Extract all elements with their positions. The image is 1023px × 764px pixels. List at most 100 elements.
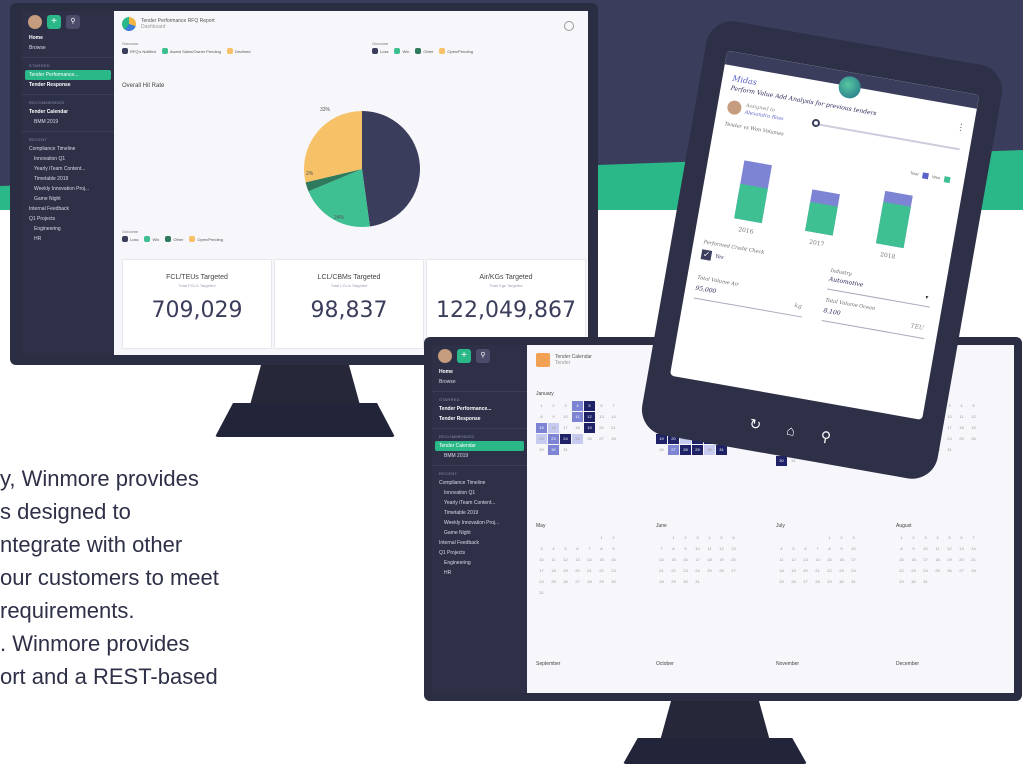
calendar-day[interactable]: 29 (692, 445, 703, 455)
calendar-day[interactable]: 12 (968, 412, 979, 422)
calendar-day[interactable]: 25 (956, 434, 967, 444)
calendar-day[interactable]: 9 (836, 544, 847, 554)
calendar-day[interactable]: 2 (908, 533, 919, 543)
calendar-day[interactable]: 21 (968, 555, 979, 565)
more-icon[interactable]: ⋮ (955, 122, 967, 134)
calendar-day[interactable]: 16 (548, 423, 559, 433)
credit-check-checkbox[interactable]: ✓ (700, 249, 713, 261)
sidebar-item-recent[interactable]: Compliance Timeline (22, 144, 114, 154)
sidebar-item-recent[interactable]: Innovation Q1 (22, 154, 114, 164)
calendar-day[interactable]: 18 (572, 423, 583, 433)
calendar-day[interactable]: 26 (656, 445, 667, 455)
calendar-day[interactable]: 25 (548, 577, 559, 587)
calendar-day[interactable]: 21 (608, 423, 619, 433)
calendar-day[interactable]: 2 (548, 401, 559, 411)
avatar[interactable] (438, 349, 452, 363)
avatar[interactable] (28, 15, 42, 29)
calendar-day[interactable]: 16 (908, 555, 919, 565)
calendar-day[interactable]: 3 (848, 533, 859, 543)
calendar-day[interactable]: 1 (668, 533, 679, 543)
calendar-day[interactable]: 29 (536, 445, 547, 455)
calendar-day[interactable]: 20 (800, 566, 811, 576)
calendar-day[interactable]: 20 (596, 423, 607, 433)
calendar-day[interactable]: 25 (572, 434, 583, 444)
calendar-day[interactable]: 19 (788, 566, 799, 576)
calendar-day[interactable]: 29 (824, 577, 835, 587)
calendar-day[interactable]: 6 (800, 544, 811, 554)
calendar-day[interactable]: 11 (704, 544, 715, 554)
calendar-day[interactable]: 17 (536, 566, 547, 576)
search-icon[interactable]: ⚲ (66, 15, 80, 29)
calendar-day[interactable]: 17 (848, 555, 859, 565)
calendar-day[interactable]: 14 (968, 544, 979, 554)
sidebar-item-tender-response[interactable]: Tender Response (432, 414, 527, 424)
calendar-day[interactable]: 21 (812, 566, 823, 576)
calendar-day[interactable]: 15 (596, 555, 607, 565)
calendar-day[interactable]: 20 (572, 566, 583, 576)
calendar-day[interactable]: 11 (776, 555, 787, 565)
calendar-day[interactable]: 12 (944, 544, 955, 554)
calendar-day[interactable]: 26 (560, 577, 571, 587)
sidebar-item-recent[interactable]: Q1 Projects (432, 548, 527, 558)
calendar-day[interactable]: 24 (560, 434, 571, 444)
calendar-day[interactable]: 10 (536, 555, 547, 565)
calendar-day[interactable]: 8 (824, 544, 835, 554)
calendar-day[interactable]: 8 (596, 544, 607, 554)
calendar-day[interactable]: 23 (608, 566, 619, 576)
calendar-day[interactable]: 11 (572, 412, 583, 422)
calendar-day[interactable]: 17 (944, 423, 955, 433)
sidebar-item-recent[interactable]: Timetable 2019 (432, 508, 527, 518)
sidebar-item-recent[interactable]: Yearly iTeam Content... (22, 164, 114, 174)
calendar-day[interactable]: 28 (584, 577, 595, 587)
calendar-day[interactable]: 30 (680, 577, 691, 587)
calendar-day[interactable]: 8 (668, 544, 679, 554)
calendar-day[interactable]: 1 (824, 533, 835, 543)
calendar-day[interactable]: 3 (920, 533, 931, 543)
settings-icon[interactable] (564, 21, 574, 31)
calendar-day[interactable]: 4 (776, 544, 787, 554)
calendar-day[interactable]: 22 (824, 566, 835, 576)
calendar-day[interactable]: 25 (704, 566, 715, 576)
calendar-day[interactable]: 31 (848, 577, 859, 587)
plus-icon[interactable]: + (47, 15, 61, 29)
calendar-day[interactable]: 7 (584, 544, 595, 554)
calendar-day[interactable]: 23 (908, 566, 919, 576)
calendar-day[interactable]: 10 (560, 412, 571, 422)
sidebar-item-browse[interactable]: Browse (22, 43, 114, 53)
calendar-day[interactable]: 30 (836, 577, 847, 587)
calendar-day[interactable]: 21 (584, 566, 595, 576)
calendar-day[interactable]: 17 (692, 555, 703, 565)
sidebar-item-recent[interactable]: Internal Feedback (22, 204, 114, 214)
refresh-icon[interactable]: ↻ (748, 415, 762, 434)
calendar-day[interactable]: 3 (560, 401, 571, 411)
calendar-day[interactable]: 10 (944, 412, 955, 422)
calendar-day[interactable]: 14 (584, 555, 595, 565)
search-icon[interactable]: ⚲ (476, 349, 490, 363)
calendar-day[interactable]: 24 (692, 566, 703, 576)
calendar-day[interactable]: 9 (608, 544, 619, 554)
sidebar-item-browse[interactable]: Browse (432, 377, 527, 387)
calendar-day[interactable]: 23 (680, 566, 691, 576)
sidebar-item-tender-calendar[interactable]: Tender Calendar (22, 107, 114, 117)
plus-icon[interactable]: + (457, 349, 471, 363)
sidebar-item-home[interactable]: Home (432, 367, 527, 377)
calendar-day[interactable]: 4 (548, 544, 559, 554)
calendar-day[interactable]: 16 (608, 555, 619, 565)
sidebar-item-recent[interactable]: Internal Feedback (432, 538, 527, 548)
calendar-day[interactable]: 8 (896, 544, 907, 554)
calendar-day[interactable]: 30 (908, 577, 919, 587)
calendar-day[interactable]: 11 (956, 412, 967, 422)
sidebar-item-recent[interactable]: Innovation Q1 (432, 488, 527, 498)
calendar-day[interactable]: 18 (548, 566, 559, 576)
sidebar-item-recent[interactable]: Engineering (432, 558, 527, 568)
calendar-day[interactable]: 9 (908, 544, 919, 554)
calendar-day[interactable]: 13 (956, 544, 967, 554)
calendar-day[interactable]: 27 (572, 577, 583, 587)
calendar-day[interactable]: 31 (944, 445, 955, 455)
calendar-day[interactable]: 12 (788, 555, 799, 565)
calendar-day[interactable]: 26 (716, 566, 727, 576)
calendar-day[interactable]: 24 (536, 577, 547, 587)
calendar-day[interactable]: 1 (536, 401, 547, 411)
calendar-day[interactable]: 19 (584, 423, 595, 433)
calendar-day[interactable]: 22 (536, 434, 547, 444)
